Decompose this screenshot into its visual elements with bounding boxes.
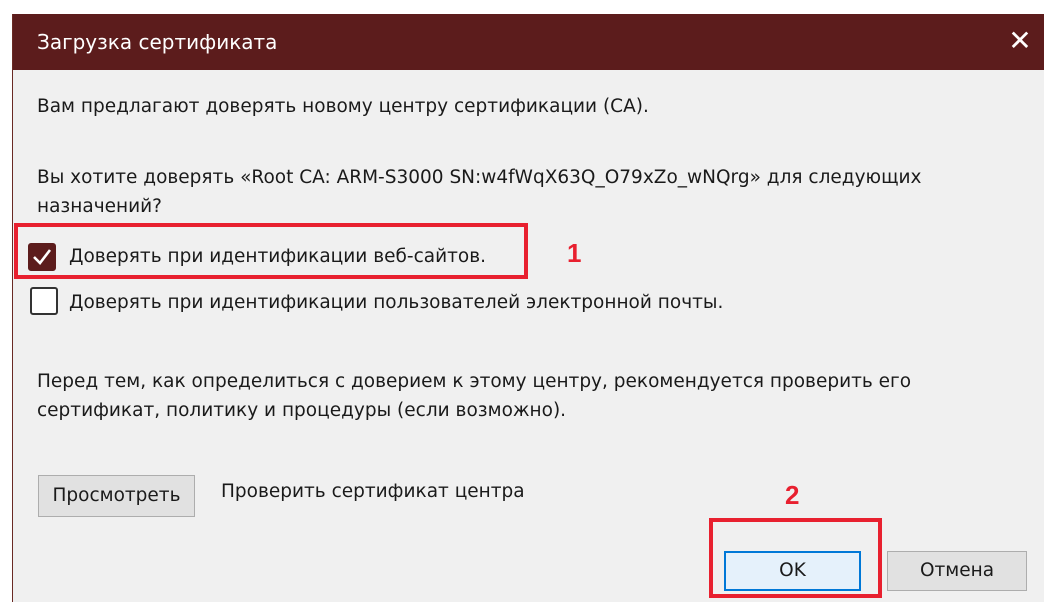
question-text-line2: назначений? xyxy=(37,196,162,217)
cancel-button[interactable]: Отмена xyxy=(887,551,1027,591)
trust-email-checkbox[interactable] xyxy=(30,287,58,315)
advice-text-line2: сертификат, политику и процедуры (если в… xyxy=(37,400,567,421)
view-certificate-description: Проверить сертификат центра xyxy=(221,481,525,502)
highlight-box-1 xyxy=(14,223,528,279)
question-text-line1: Вы хотите доверять «Root CA: ARM-S3000 S… xyxy=(37,167,922,188)
highlight-box-2 xyxy=(709,518,882,598)
trust-email-label[interactable]: Доверять при идентификации пользователей… xyxy=(69,292,723,313)
window-title: Загрузка сертификата xyxy=(37,30,278,54)
advice-text-line1: Перед тем, как определиться с доверием к… xyxy=(37,371,912,392)
annotation-marker-1: 1 xyxy=(567,238,582,268)
close-icon[interactable]: ✕ xyxy=(1001,22,1039,60)
annotation-marker-2: 2 xyxy=(785,480,800,510)
view-certificate-button[interactable]: Просмотреть xyxy=(38,475,195,517)
intro-text: Вам предлагают доверять новому центру се… xyxy=(37,96,649,117)
certificate-dialog: Загрузка сертификата ✕ Вам предлагают до… xyxy=(12,14,1044,602)
title-bar[interactable]: Загрузка сертификата ✕ xyxy=(13,14,1044,70)
